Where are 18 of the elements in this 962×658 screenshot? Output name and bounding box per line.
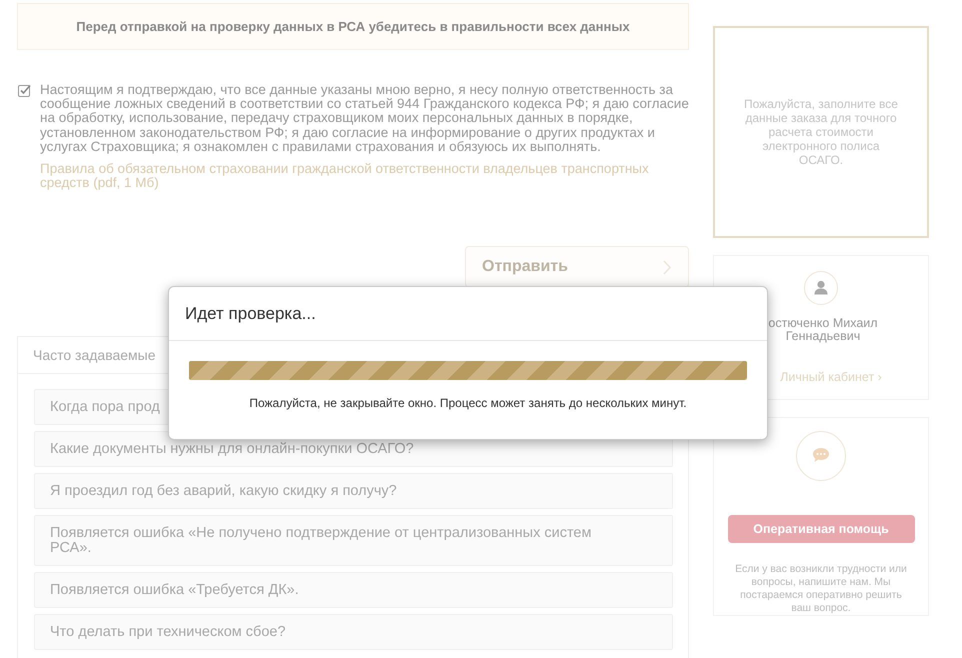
faq-item[interactable]: Что делать при техническом сбое? [34, 614, 673, 650]
user-icon [804, 271, 838, 305]
summary-text: Пожалуйста, заполните все данные заказа для точного расчета стоимости электронного полиса ОСАГО. [743, 97, 899, 167]
faq-item[interactable]: Появляется ошибка «Не получено подтверждение от централизованных систем РСА». [34, 515, 673, 566]
consent-checkbox[interactable] [18, 84, 31, 97]
notice-text: Перед отправкой на проверку данных в РСА убедитесь в правильности всех данных [76, 19, 630, 34]
chat-icon [796, 431, 846, 481]
dialog-message: Пожалуйста, не закрывайте окно. Процесс может занять до нескольких минут. [248, 396, 688, 410]
chevron-icon [663, 260, 672, 275]
dialog-title: Идет проверка... [185, 304, 316, 324]
rules-link[interactable]: Правила об обязательном страховании гражданской ответственности владельцев транспортных средств (pdf, 1 Мб) [40, 162, 689, 190]
faq-item[interactable]: Я проездил год без аварий, какую скидку я получу? [34, 473, 673, 510]
help-button[interactable]: Оперативная помощь [728, 515, 914, 543]
faq-item[interactable]: Появляется ошибка «Требуется ДК». [34, 572, 673, 608]
faq-title: Часто задаваемые [33, 347, 156, 364]
user-name: остюченко Михаил Геннадьевич [767, 317, 878, 343]
help-text: Если у вас возникли трудности или вопросы, напишите нам. Мы постараемся оперативно решить ваш вопрос. [735, 563, 907, 615]
consent-text: Настоящим я подтверждаю, что все данные указаны мною верно, я несу полную ответственность за сообщение ложных сведений в соответствии со статьей 944 Гражданского кодекса РФ; я даю согласие на обработку, использование, передачу страховщиком моих персональных данных в порядке, установленном законодательством РФ; я даю согласие на информирование о других продуктах и услугах Страховщика; я ознакомлен с правилами страхования и обязуюсь их выполнять. [40, 83, 689, 154]
